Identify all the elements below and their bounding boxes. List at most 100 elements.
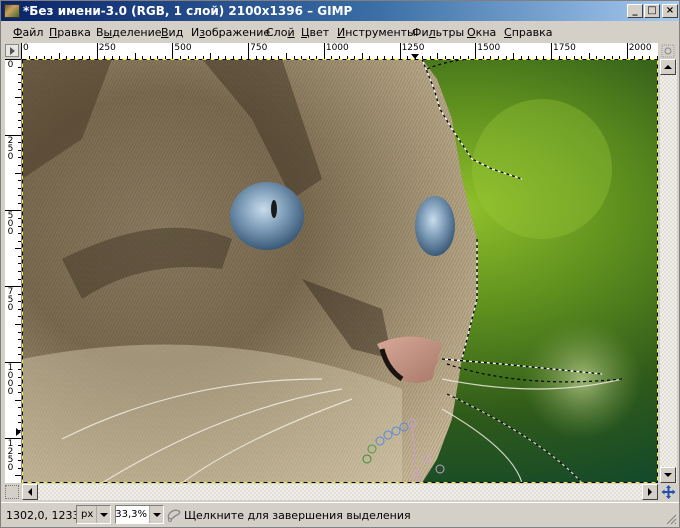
navigate-icon[interactable] [660,484,677,500]
vertical-scrollbar[interactable] [660,59,677,483]
ruler-tick [18,142,21,144]
ruler-tick [18,445,21,447]
minimize-button[interactable]: _ [627,4,643,18]
ruler-tick [18,112,21,113]
scroll-down-button[interactable] [660,467,676,483]
close-button[interactable]: × [662,4,678,18]
menu-tools[interactable]: Инструменты [337,26,416,39]
menu-image[interactable]: Изображение [191,26,270,39]
quick-mask-toggle[interactable] [5,485,19,499]
ruler-tick [18,255,21,257]
unit-value: px [81,509,94,520]
ruler-tick [18,414,21,416]
ruler-label: 750 [250,43,268,53]
ruler-tick [18,354,21,356]
menu-windows[interactable]: Окна [467,26,496,39]
window-title: *Без имени-3.0 (RGB, 1 слой) 2100x1396 –… [23,4,353,18]
ruler-tick [18,369,21,371]
horizontal-ruler[interactable]: 0 250 500 750 1000 1250 1500 1750 2000 [21,43,658,60]
ruler-tick [15,399,21,401]
chevron-down-icon [149,506,163,523]
ruler-label: 0 [23,43,29,53]
ruler-tick [18,346,21,348]
ruler-label: 250 [7,135,14,162]
ruler-tick [18,180,21,182]
scroll-up-button[interactable] [660,59,676,75]
maximize-button[interactable]: □ [644,4,660,18]
ruler-tick [18,165,21,166]
unit-selector[interactable]: px [76,505,111,524]
ruler-label: 1250 [401,43,425,53]
ruler-tick [18,331,21,333]
menu-filters[interactable]: Фильтры [412,26,464,39]
ruler-tick [18,104,21,106]
ruler-tick [18,377,21,378]
ruler-label: 1000 [7,362,14,397]
chevron-down-icon [96,506,110,523]
ruler-tick [18,301,21,303]
cat-photo [22,59,658,483]
menu-edit[interactable]: Правка [49,26,91,39]
ruler-tick [551,43,552,59]
ruler-label: 1250 [7,438,14,473]
ruler-label: 250 [98,43,116,53]
ruler-tick [18,467,21,469]
ruler-label: 1500 [477,43,501,53]
vertical-ruler[interactable]: 0 250 500 750 1000 1250 [5,59,22,483]
menu-view[interactable]: Вид [161,26,183,39]
ruler-label: 0 [7,60,14,70]
scroll-left-button[interactable] [22,484,38,500]
ruler-tick [15,324,21,325]
menu-file[interactable]: Файл [13,26,43,39]
ruler-tick [18,452,21,454]
ruler-tick [21,43,22,59]
ruler-tick [18,392,21,394]
ruler-tick [626,43,628,59]
ruler-tick [18,157,21,159]
title-bar[interactable]: *Без имени-3.0 (RGB, 1 слой) 2100x1396 –… [1,1,679,21]
scissors-icon [166,507,182,523]
ruler-tick [18,460,21,462]
resize-grip[interactable] [665,513,677,525]
zoom-fit-icon[interactable] [660,43,676,59]
ruler-tick [172,43,174,59]
scroll-right-button[interactable] [642,484,658,500]
horizontal-scrollbar[interactable] [22,484,658,500]
image-canvas[interactable] [22,59,658,483]
ruler-label: 1750 [553,43,576,53]
menu-help[interactable]: Справка [504,26,552,39]
zoom-value[interactable]: 33,3% [115,509,147,520]
ruler-tick [18,89,21,91]
ruler-tick [475,43,477,59]
menu-layer[interactable]: Слой [266,26,295,39]
menu-select[interactable]: Выделение [96,26,162,39]
ruler-tick [18,293,21,295]
ruler-tick [18,225,21,227]
ruler-tick [18,263,21,265]
ruler-tick [248,43,250,59]
ruler-tick [15,96,21,98]
zoom-selector[interactable]: 33,3% [115,505,164,524]
ruler-tick [18,240,21,242]
ruler-label: 500 [7,211,14,238]
ruler-tick [399,43,401,59]
menu-colors[interactable]: Цвет [301,26,329,39]
ruler-tick [18,74,21,76]
ruler-tick [18,271,21,272]
ruler-tick [18,187,21,189]
ruler-tick [18,316,21,318]
ruler-tick [18,339,21,341]
ruler-label: 2000 [628,43,652,53]
quick-menu-button[interactable] [5,44,19,57]
ruler-tick [18,218,21,219]
ruler-tick [96,43,98,59]
gimp-app-icon [4,4,20,18]
ruler-tick [18,195,21,197]
ruler-tick [15,475,21,477]
ruler-label: 500 [174,43,192,53]
status-bar: 1302,0, 1233,0 px 33,3% Щелкните для зав… [1,502,679,527]
ruler-tick [18,81,21,83]
ruler-tick [18,119,21,121]
ruler-tick [18,233,21,235]
ruler-pointer-marker [16,428,21,437]
